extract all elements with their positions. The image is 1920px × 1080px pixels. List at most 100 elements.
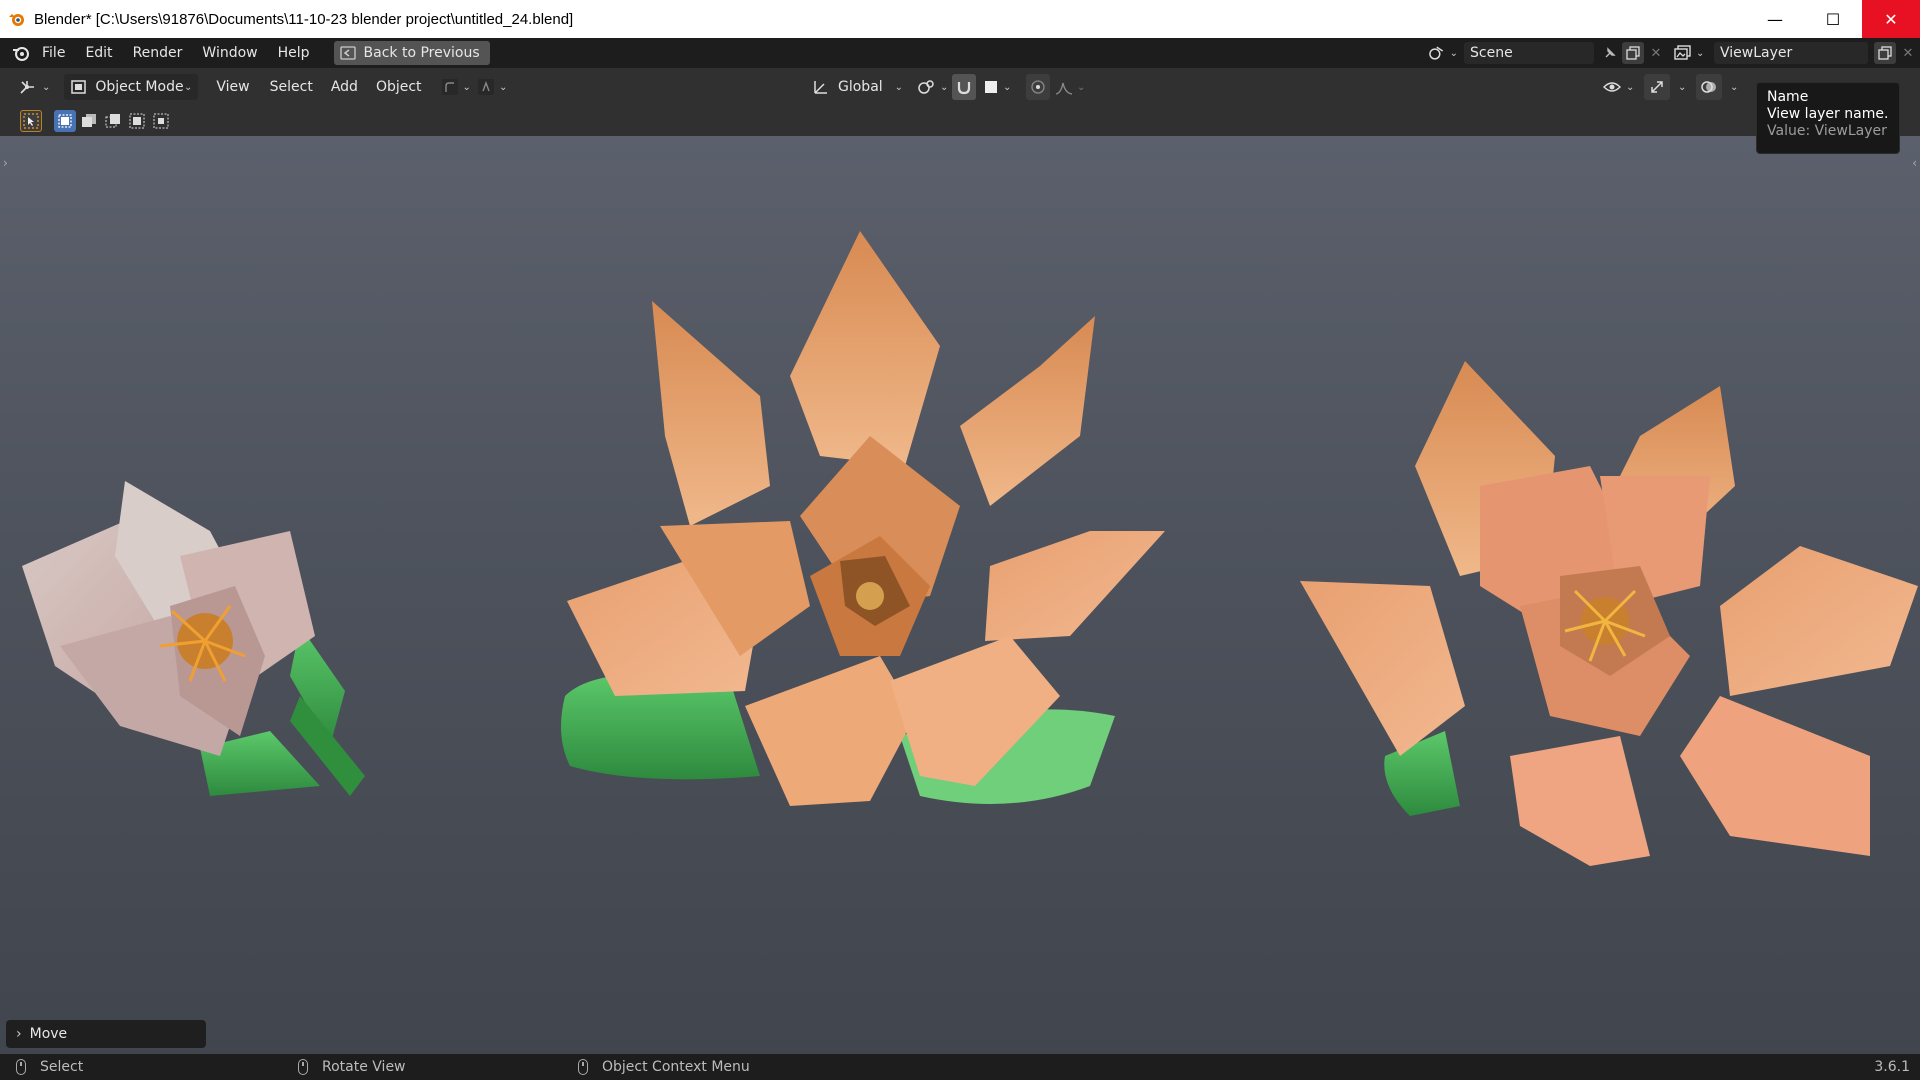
overlays-options-button[interactable]: ⌄ (1724, 74, 1740, 100)
chevron-down-icon: ⌄ (1696, 47, 1705, 59)
status-left-label: Select (40, 1059, 84, 1075)
close-button[interactable]: ✕ (1862, 0, 1920, 38)
chevron-down-icon: ⌄ (1449, 47, 1458, 59)
back-icon (339, 46, 356, 60)
editor-type-button[interactable]: ⌄ (12, 74, 56, 100)
view-layer-selector: ⌄ ViewLayer ✕ (1674, 41, 1918, 65)
view-layer-browse-button[interactable]: ⌄ (1674, 45, 1708, 61)
flower-right[interactable] (1300, 361, 1918, 866)
view-layer-name-field[interactable]: ViewLayer (1714, 42, 1868, 64)
mode-selector[interactable]: Object Mode ⌄ (64, 74, 199, 100)
delete-view-layer-icon[interactable]: ✕ (1898, 42, 1918, 64)
operator-label: Move (29, 1026, 68, 1042)
version-label: 3.6.1 (1874, 1059, 1910, 1075)
minimize-button[interactable]: — (1746, 0, 1804, 38)
object-mode-icon (71, 80, 87, 94)
status-context-hint: Object Context Menu (578, 1054, 750, 1080)
tool-settings-row (0, 106, 1920, 136)
tooltip-value: Value: ViewLayer (1767, 123, 1887, 139)
scene-browse-button[interactable]: ⌄ (1428, 45, 1458, 61)
snap-increment-icon (985, 81, 997, 93)
mouse-right-icon (578, 1059, 588, 1075)
status-middle-label: Rotate View (322, 1059, 406, 1075)
magnet-icon (957, 82, 971, 95)
menu-render[interactable]: Render (123, 38, 193, 68)
new-scene-icon[interactable] (1622, 42, 1644, 64)
global-axis-icon (814, 81, 827, 94)
last-operator-panel[interactable]: › Move (6, 1020, 206, 1048)
menu-window[interactable]: Window (192, 38, 267, 68)
flower-center[interactable] (561, 231, 1165, 806)
chevron-down-icon: ⌄ (462, 81, 471, 93)
proportional-options-button[interactable]: ⌄ (474, 74, 510, 100)
proportional-edit-icon (1031, 80, 1045, 94)
right-panel-arrow-icon[interactable]: ‹ (1912, 156, 1917, 170)
pivot-icon (918, 80, 934, 94)
pivot-point-selector[interactable]: ⌄ (910, 74, 954, 100)
proportional-icon (477, 79, 494, 95)
menu-select[interactable]: Select (264, 74, 319, 100)
flower-left[interactable] (22, 481, 365, 796)
maximize-button[interactable]: ☐ (1804, 0, 1862, 38)
mode-intersect-icon[interactable] (150, 110, 172, 132)
gizmo-toggle[interactable] (1644, 74, 1670, 100)
snap-toggle[interactable] (952, 74, 976, 100)
pin-icon[interactable] (1600, 43, 1620, 63)
mouse-middle-icon (298, 1059, 308, 1075)
mode-subtract-icon[interactable] (102, 110, 124, 132)
snap-icon (441, 79, 458, 95)
object-visibility-selector[interactable]: ⌄ (1596, 74, 1640, 100)
blender-logo-icon (8, 10, 26, 28)
view-layer-icon (1674, 45, 1691, 60)
chevron-down-icon: ⌄ (184, 81, 193, 93)
gizmo-icon (1651, 81, 1663, 93)
menu-add[interactable]: Add (325, 74, 364, 100)
scene-icon (1429, 46, 1444, 60)
falloff-curve-icon (1055, 82, 1073, 95)
tooltip-heading: Name (1767, 89, 1809, 105)
new-view-layer-icon[interactable] (1874, 42, 1896, 64)
scene-render (22, 231, 1918, 866)
chevron-down-icon: ⌄ (1003, 81, 1012, 93)
viewport-editor-icon (20, 81, 34, 94)
transform-orientation-label: Global (838, 79, 883, 95)
mode-label: Object Mode (95, 79, 184, 95)
scene-name-field[interactable]: Scene (1464, 42, 1594, 64)
chevron-down-icon: ⌄ (940, 81, 949, 93)
view-layer-name: ViewLayer (1720, 45, 1793, 61)
menu-help[interactable]: Help (268, 38, 320, 68)
overlays-toggle[interactable] (1696, 74, 1722, 100)
viewport-header: ⌄ Object Mode ⌄ View Select Add Object ⌄… (0, 68, 1920, 106)
3d-viewport[interactable]: › ‹ (0, 136, 1920, 1054)
delete-scene-icon[interactable]: ✕ (1646, 42, 1666, 64)
status-select-hint: Select (16, 1054, 83, 1080)
left-panel-arrow-icon[interactable]: › (3, 156, 8, 170)
mode-extend-icon[interactable] (78, 110, 100, 132)
menu-edit[interactable]: Edit (75, 38, 122, 68)
status-right-label: Object Context Menu (602, 1059, 750, 1075)
chevron-down-icon: ⌄ (894, 81, 904, 93)
proportional-falloff-selector[interactable]: ⌄ (1052, 74, 1088, 100)
mode-set-icon[interactable] (54, 110, 76, 132)
gizmo-options-button[interactable]: ⌄ (1672, 74, 1688, 100)
menu-object[interactable]: Object (370, 74, 428, 100)
snap-target-selector[interactable]: ⌄ (980, 74, 1014, 100)
menu-file[interactable]: File (32, 38, 75, 68)
snap-options-button[interactable]: ⌄ (438, 74, 474, 100)
mode-invert-icon[interactable] (126, 110, 148, 132)
eye-icon (1603, 82, 1621, 92)
overlays-icon (1701, 81, 1716, 93)
mouse-left-icon (16, 1059, 26, 1075)
proportional-editing-toggle[interactable] (1026, 74, 1050, 100)
transform-orientation-selector[interactable]: Global ⌄ (806, 74, 909, 100)
scene-selector: ⌄ Scene ✕ (1428, 41, 1666, 65)
menu-view[interactable]: View (210, 74, 255, 100)
blender-menu-icon[interactable] (10, 38, 32, 68)
status-bar: Select Rotate View Object Context Menu 3… (0, 1054, 1920, 1080)
chevron-down-icon: ⌄ (1678, 81, 1687, 93)
tooltip-description: View layer name. (1767, 106, 1889, 122)
view-layer-tooltip: Name View layer name. Value: ViewLayer (1756, 82, 1900, 154)
back-to-previous-button[interactable]: Back to Previous (333, 41, 490, 65)
select-box-tool-icon[interactable] (20, 110, 42, 132)
chevron-down-icon: ⌄ (42, 81, 51, 93)
